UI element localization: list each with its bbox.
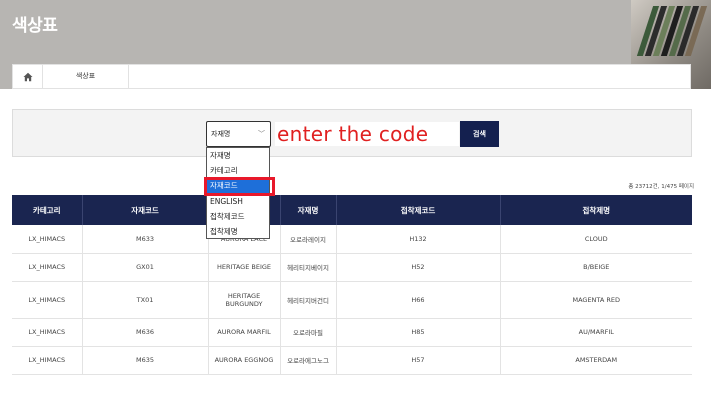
col-header-material-name: 자재명	[280, 195, 337, 225]
table-row[interactable]: LX_HIMACS TX01 HERITAGE BURGUNDY 헤리티지버건디…	[12, 281, 692, 319]
result-count: 총 23712건, 1/475 페이지	[628, 184, 694, 190]
cell-material-code: TX01	[82, 281, 209, 319]
cell-english: HERITAGE BEIGE	[208, 253, 281, 282]
cell-material-code: M635	[82, 346, 209, 375]
cell-adhesive-code: H132	[336, 225, 501, 254]
cell-material-name: 오로라에그노그	[280, 346, 337, 375]
cell-adhesive-name: CLOUD	[500, 225, 692, 254]
cell-material-name: 오로라마필	[280, 318, 337, 347]
search-panel: 자재명 ﹀ enter the code 검색	[12, 109, 692, 157]
search-button[interactable]: 검색	[460, 121, 499, 147]
cell-adhesive-name: AMSTERDAM	[500, 346, 692, 375]
color-table: 카테고리 자재코드 자재명 접착제코드 접착제명 LX_HIMACS M633 …	[12, 195, 692, 375]
cell-category: LX_HIMACS	[12, 346, 83, 375]
highlight-box	[204, 177, 275, 196]
cell-category: LX_HIMACS	[12, 225, 83, 254]
cell-material-name: 오로라레이지	[280, 225, 337, 254]
table-row[interactable]: LX_HIMACS M635 AURORA EGGNOG 오로라에그노그 H57…	[12, 346, 692, 375]
home-icon	[23, 72, 32, 81]
cell-adhesive-code: H57	[336, 346, 501, 375]
home-button[interactable]	[13, 65, 43, 88]
cell-material-code: M633	[82, 225, 209, 254]
cell-english: HERITAGE BURGUNDY	[208, 281, 281, 319]
cell-category: LX_HIMACS	[12, 318, 83, 347]
dropdown-option-material-name[interactable]: 자재명	[207, 148, 269, 163]
breadcrumb: 색상표	[12, 64, 691, 89]
chevron-down-icon: ﹀	[258, 130, 265, 138]
search-input[interactable]: enter the code	[275, 122, 459, 146]
cell-english: AURORA EGGNOG	[208, 346, 281, 375]
cell-category: LX_HIMACS	[12, 281, 83, 319]
col-header-material-code: 자재코드	[82, 195, 209, 225]
cell-adhesive-code: H52	[336, 253, 501, 282]
dropdown-option-adhesive-name[interactable]: 접착제명	[207, 224, 269, 239]
table-header-row: 카테고리 자재코드 자재명 접착제코드 접착제명	[12, 195, 692, 225]
dropdown-option-adhesive-code[interactable]: 접착제코드	[207, 209, 269, 224]
cell-material-code: GX01	[82, 253, 209, 282]
cell-material-name: 헤리티지베이지	[280, 253, 337, 282]
search-field-select[interactable]: 자재명 ﹀	[206, 121, 271, 147]
select-value: 자재명	[211, 130, 231, 138]
cell-material-code: M636	[82, 318, 209, 347]
cell-adhesive-code: H66	[336, 281, 501, 319]
page-title: 색상표	[12, 16, 58, 36]
table-row[interactable]: LX_HIMACS GX01 HERITAGE BEIGE 헤리티지베이지 H5…	[12, 253, 692, 282]
cell-material-name: 헤리티지버건디	[280, 281, 337, 319]
cell-adhesive-code: H85	[336, 318, 501, 347]
col-header-category: 카테고리	[12, 195, 83, 225]
breadcrumb-current[interactable]: 색상표	[43, 65, 129, 88]
table-row[interactable]: LX_HIMACS M633 AURORA LACE 오로라레이지 H132 C…	[12, 225, 692, 254]
cell-adhesive-name: B/BEIGE	[500, 253, 692, 282]
col-header-adhesive-code: 접착제코드	[336, 195, 501, 225]
cell-english: AURORA MARFIL	[208, 318, 281, 347]
table-row[interactable]: LX_HIMACS M636 AURORA MARFIL 오로라마필 H85 A…	[12, 318, 692, 347]
cell-adhesive-name: AU/MARFIL	[500, 318, 692, 347]
col-header-adhesive-name: 접착제명	[500, 195, 692, 225]
cell-adhesive-name: MAGENTA RED	[500, 281, 692, 319]
cell-category: LX_HIMACS	[12, 253, 83, 282]
